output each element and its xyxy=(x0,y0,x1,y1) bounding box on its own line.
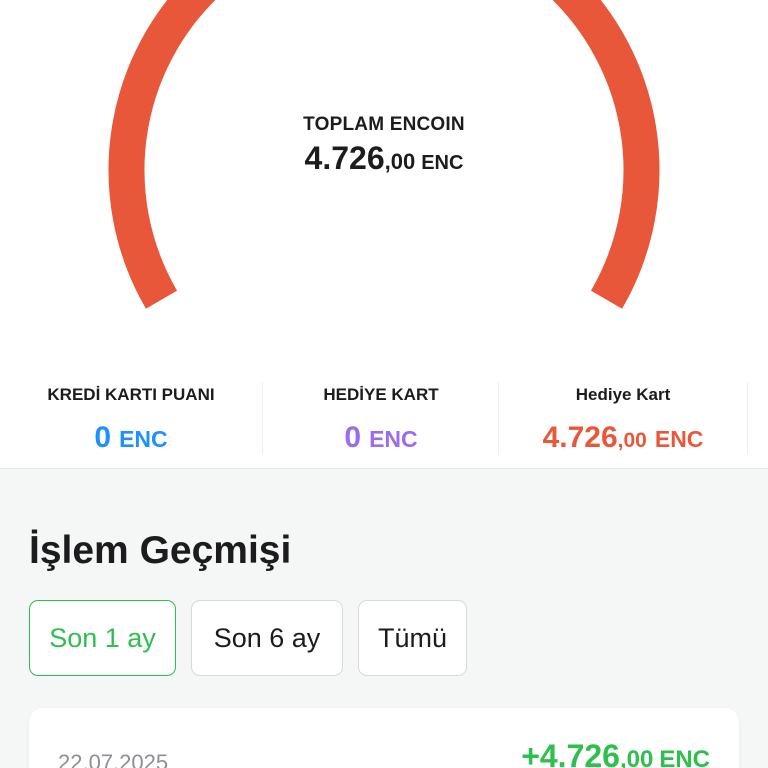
gauge-value-integer: 4.726 xyxy=(304,140,385,176)
balance-breakdown: KREDİ KARTI PUANI 0 ENC HEDİYE KART 0 ENC … xyxy=(0,372,768,469)
filter-all[interactable]: Tümü xyxy=(358,600,467,676)
gauge-value-unit: ENC xyxy=(421,152,464,174)
filter-label: Tümü xyxy=(377,622,448,653)
transaction-amount: +4.726,00 ENC xyxy=(521,738,710,768)
stat-value-decimal: ,00 xyxy=(617,429,647,452)
stat-value: 0 ENC xyxy=(262,422,500,459)
stat-gift-card-balance[interactable]: Hediye Kart 4.726,00 ENC xyxy=(498,372,748,468)
stat-value-unit: ENC xyxy=(119,426,168,452)
filter-last-1-month[interactable]: Son 1 ay xyxy=(29,600,176,676)
stat-value: 4.726,00 ENC xyxy=(498,422,748,459)
encoin-screen: TOPLAM ENCOIN 4.726,00 ENC KREDİ KARTI PU… xyxy=(0,0,768,768)
stat-label: KREDİ KARTI PUANI xyxy=(47,385,215,404)
transaction-amount-integer: +4.726 xyxy=(521,738,620,768)
total-encoin-gauge: TOPLAM ENCOIN 4.726,00 ENC xyxy=(0,0,768,380)
history-title: İşlem Geçmişi xyxy=(29,529,292,572)
gauge-value-decimal: ,00 xyxy=(384,149,416,174)
stat-divider xyxy=(747,382,748,454)
stat-value-integer: 0 xyxy=(344,421,362,454)
stat-value: 0 ENC xyxy=(0,422,262,459)
filter-last-6-months[interactable]: Son 6 ay xyxy=(191,600,343,676)
gauge-total-value: 4.726,00 ENC xyxy=(0,140,768,177)
stat-label: HEDİYE KART xyxy=(323,385,439,404)
filter-label: Son 6 ay xyxy=(213,622,321,653)
stat-value-unit: ENC xyxy=(654,426,704,452)
transaction-history: İşlem Geçmişi Son 1 ay Son 6 ay Tümü 22.… xyxy=(0,469,768,768)
stat-credit-card-points[interactable]: KREDİ KARTI PUANI 0 ENC xyxy=(0,372,262,468)
gauge-title: TOPLAM ENCOIN xyxy=(303,114,465,135)
transaction-date: 22.07.2025 xyxy=(58,750,169,768)
filter-label: Son 1 ay xyxy=(49,622,156,653)
stat-value-unit: ENC xyxy=(369,426,418,452)
transaction-amount-decimal: ,00 xyxy=(619,746,654,768)
stat-value-integer: 0 xyxy=(94,421,112,454)
stat-gift-card[interactable]: HEDİYE KART 0 ENC xyxy=(262,372,500,468)
transaction-amount-unit: ENC xyxy=(659,746,710,768)
transaction-card[interactable]: 22.07.2025 +4.726,00 ENC xyxy=(29,708,739,768)
stat-label: Hediye Kart xyxy=(575,385,671,404)
gauge-arc-svg xyxy=(108,0,660,309)
stat-value-integer: 4.726 xyxy=(542,421,618,454)
